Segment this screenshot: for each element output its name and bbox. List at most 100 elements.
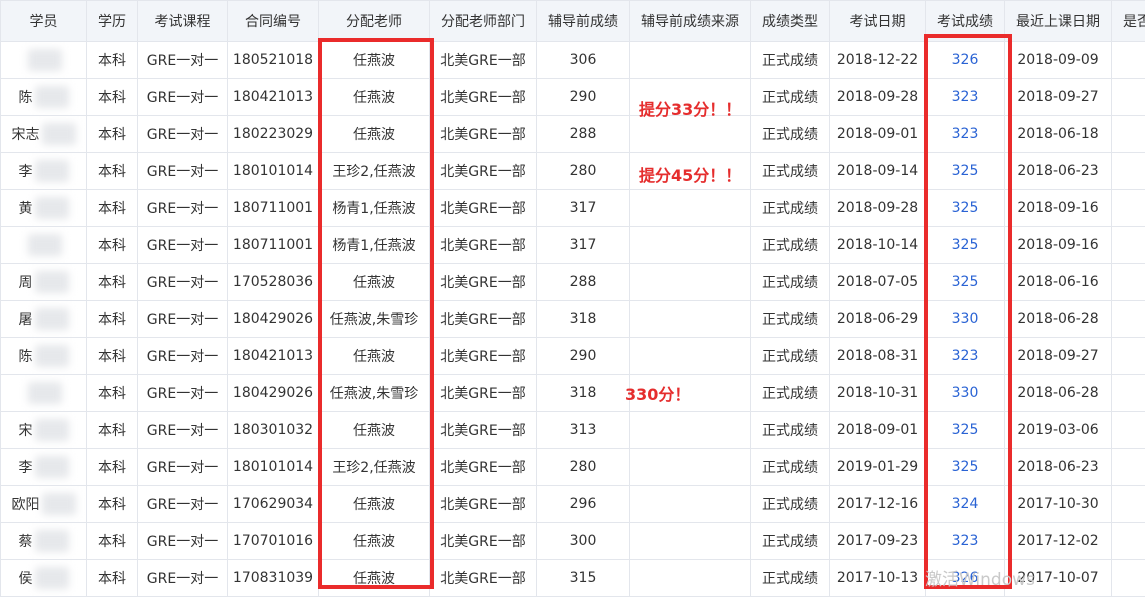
- department-cell: 北美GRE一部: [430, 338, 537, 375]
- teacher-cell: 任燕波: [319, 412, 430, 449]
- exam-score-cell[interactable]: 323: [926, 523, 1005, 560]
- exam-score-cell[interactable]: 325: [926, 227, 1005, 264]
- exam-score-cell[interactable]: 325: [926, 449, 1005, 486]
- exam-date-cell: 2018-12-22: [830, 42, 926, 79]
- exam-score-cell[interactable]: 325: [926, 190, 1005, 227]
- education-cell: 本科: [87, 42, 138, 79]
- column-header-pre-score[interactable]: 辅导前成绩: [537, 1, 630, 42]
- course-cell: GRE一对一: [138, 79, 228, 116]
- exam-score-cell[interactable]: 330: [926, 375, 1005, 412]
- student-name-cell: 李: [1, 153, 87, 190]
- table-row[interactable]: 李本科GRE一对一180101014王珍2,任燕波北美GRE一部280正式成绩2…: [1, 449, 1145, 486]
- course-cell: GRE一对一: [138, 190, 228, 227]
- table-header-row: 学员学历考试课程合同编号分配老师分配老师部门辅导前成绩辅导前成绩来源成绩类型考试…: [1, 1, 1145, 42]
- course-cell: GRE一对一: [138, 264, 228, 301]
- column-header-course[interactable]: 考试课程: [138, 1, 228, 42]
- column-header-exam-score[interactable]: 考试成绩: [926, 1, 1005, 42]
- table-row[interactable]: 宋志本科GRE一对一180223029任燕波北美GRE一部288正式成绩2018…: [1, 116, 1145, 153]
- table-row[interactable]: 宋本科GRE一对一180301032任燕波北美GRE一部313正式成绩2018-…: [1, 412, 1145, 449]
- score-type-cell: 正式成绩: [751, 486, 830, 523]
- pre-score-source-cell: [630, 116, 751, 153]
- teacher-cell: 任燕波: [319, 79, 430, 116]
- pre-score-source-cell: [630, 449, 751, 486]
- score-type-cell: 正式成绩: [751, 560, 830, 597]
- education-cell: 本科: [87, 486, 138, 523]
- contract-number-cell: 180711001: [228, 190, 319, 227]
- student-name-cell: 宋志: [1, 116, 87, 153]
- table-row[interactable]: 陈本科GRE一对一180421013任燕波北美GRE一部290正式成绩2018-…: [1, 338, 1145, 375]
- student-name-cell: 蔡: [1, 523, 87, 560]
- education-cell: 本科: [87, 116, 138, 153]
- student-name: 欧阳: [12, 494, 40, 514]
- exam-score-cell[interactable]: 325: [926, 412, 1005, 449]
- column-header-score-type[interactable]: 成绩类型: [751, 1, 830, 42]
- column-header-exam-date[interactable]: 考试日期: [830, 1, 926, 42]
- exam-score-cell[interactable]: 330: [926, 301, 1005, 338]
- exam-date-cell: 2018-08-31: [830, 338, 926, 375]
- education-cell: 本科: [87, 190, 138, 227]
- contract-number-cell: 180429026: [228, 375, 319, 412]
- table-row[interactable]: 屠本科GRE一对一180429026任燕波,朱雪珍北美GRE一部318正式成绩2…: [1, 301, 1145, 338]
- score-type-cell: 正式成绩: [751, 449, 830, 486]
- teacher-cell: 王珍2,任燕波: [319, 153, 430, 190]
- score-type-cell: 正式成绩: [751, 264, 830, 301]
- student-name-cell: 黄: [1, 190, 87, 227]
- contract-number-cell: 180421013: [228, 79, 319, 116]
- teacher-cell: 任燕波: [319, 116, 430, 153]
- flag-cell: [1112, 116, 1145, 153]
- contract-number-cell: 180223029: [228, 116, 319, 153]
- exam-date-cell: 2017-12-16: [830, 486, 926, 523]
- score-type-cell: 正式成绩: [751, 79, 830, 116]
- table-row[interactable]: 欧阳本科GRE一对一170629034任燕波北美GRE一部296正式成绩2017…: [1, 486, 1145, 523]
- score-type-cell: 正式成绩: [751, 301, 830, 338]
- table-row[interactable]: 本科GRE一对一180711001杨青1,任燕波北美GRE一部317正式成绩20…: [1, 227, 1145, 264]
- column-header-last-class-date[interactable]: 最近上课日期: [1005, 1, 1112, 42]
- contract-number-cell: 180301032: [228, 412, 319, 449]
- column-header-department[interactable]: 分配老师部门: [430, 1, 537, 42]
- score-type-cell: 正式成绩: [751, 42, 830, 79]
- last-class-date-cell: 2018-06-23: [1005, 449, 1112, 486]
- table-row[interactable]: 黄本科GRE一对一180711001杨青1,任燕波北美GRE一部317正式成绩2…: [1, 190, 1145, 227]
- exam-score-cell[interactable]: 323: [926, 338, 1005, 375]
- department-cell: 北美GRE一部: [430, 153, 537, 190]
- score-type-cell: 正式成绩: [751, 523, 830, 560]
- score-type-cell: 正式成绩: [751, 338, 830, 375]
- education-cell: 本科: [87, 523, 138, 560]
- department-cell: 北美GRE一部: [430, 116, 537, 153]
- pre-score-source-cell: [630, 338, 751, 375]
- student-name-cell: 宋: [1, 412, 87, 449]
- table-body: 本科GRE一对一180521018任燕波北美GRE一部306正式成绩2018-1…: [1, 42, 1145, 597]
- exam-score-cell[interactable]: 325: [926, 264, 1005, 301]
- column-header-teacher[interactable]: 分配老师: [319, 1, 430, 42]
- table-row[interactable]: 陈本科GRE一对一180421013任燕波北美GRE一部290正式成绩2018-…: [1, 79, 1145, 116]
- department-cell: 北美GRE一部: [430, 486, 537, 523]
- column-header-pre-score-source[interactable]: 辅导前成绩来源: [630, 1, 751, 42]
- column-header-education[interactable]: 学历: [87, 1, 138, 42]
- table-row[interactable]: 周本科GRE一对一170528036任燕波北美GRE一部288正式成绩2018-…: [1, 264, 1145, 301]
- table-row[interactable]: 李本科GRE一对一180101014王珍2,任燕波北美GRE一部280正式成绩2…: [1, 153, 1145, 190]
- last-class-date-cell: 2018-09-27: [1005, 338, 1112, 375]
- table-row[interactable]: 蔡本科GRE一对一170701016任燕波北美GRE一部300正式成绩2017-…: [1, 523, 1145, 560]
- exam-score-cell[interactable]: 323: [926, 79, 1005, 116]
- contract-number-cell: 180421013: [228, 338, 319, 375]
- table-row[interactable]: 本科GRE一对一180521018任燕波北美GRE一部306正式成绩2018-1…: [1, 42, 1145, 79]
- exam-score-cell[interactable]: 324: [926, 486, 1005, 523]
- last-class-date-cell: 2018-06-18: [1005, 116, 1112, 153]
- table-row[interactable]: 本科GRE一对一180429026任燕波,朱雪珍北美GRE一部318正式成绩20…: [1, 375, 1145, 412]
- exam-score-cell[interactable]: 323: [926, 116, 1005, 153]
- column-header-flag[interactable]: 是否: [1112, 1, 1145, 42]
- exam-score-cell[interactable]: 326: [926, 42, 1005, 79]
- redacted-name-blur: [35, 419, 69, 441]
- contract-number-cell: 170528036: [228, 264, 319, 301]
- redacted-name-blur: [35, 530, 69, 552]
- student-name: 宋: [19, 420, 33, 440]
- exam-date-cell: 2017-09-23: [830, 523, 926, 560]
- course-cell: GRE一对一: [138, 486, 228, 523]
- flag-cell: [1112, 523, 1145, 560]
- exam-score-cell[interactable]: 325: [926, 153, 1005, 190]
- column-header-contract[interactable]: 合同编号: [228, 1, 319, 42]
- score-type-cell: 正式成绩: [751, 412, 830, 449]
- score-type-cell: 正式成绩: [751, 116, 830, 153]
- column-header-student[interactable]: 学员: [1, 1, 87, 42]
- exam-date-cell: 2019-01-29: [830, 449, 926, 486]
